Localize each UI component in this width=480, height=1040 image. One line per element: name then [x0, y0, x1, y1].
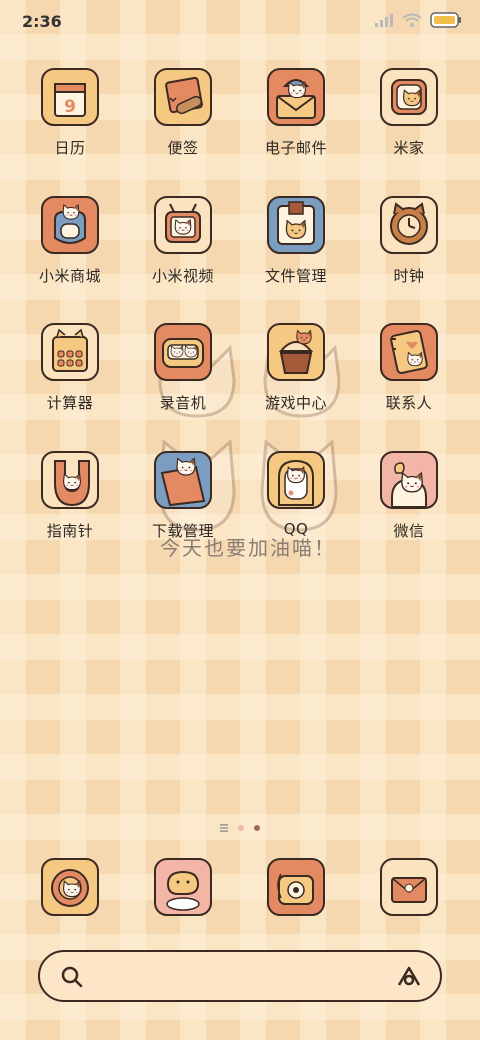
dock-browser[interactable]: [354, 858, 464, 916]
messages-icon[interactable]: [154, 858, 212, 916]
app-contacts[interactable]: 联系人: [354, 323, 464, 413]
download-manager-icon[interactable]: [154, 451, 212, 509]
dock-phone[interactable]: [15, 858, 125, 916]
app-mi-store[interactable]: 小米商城: [15, 196, 125, 286]
app-label: 电子邮件: [264, 139, 327, 157]
app-email[interactable]: 电子邮件: [241, 68, 351, 158]
app-label: 米家: [393, 139, 425, 157]
app-mi-video[interactable]: 小米视频: [128, 196, 238, 286]
search-icon[interactable]: [60, 965, 84, 989]
compass-icon[interactable]: [41, 451, 99, 509]
game-center-icon[interactable]: [267, 323, 325, 381]
app-game-center[interactable]: 游戏中心: [241, 323, 351, 413]
notes-icon[interactable]: [154, 68, 212, 126]
app-download-manager[interactable]: 下载管理: [128, 451, 238, 541]
assistant-icon[interactable]: [396, 965, 422, 989]
page-indicator[interactable]: [0, 824, 480, 832]
app-recorder[interactable]: 录音机: [128, 323, 238, 413]
camera-icon[interactable]: [267, 858, 325, 916]
app-label: 录音机: [159, 394, 207, 412]
app-label: 文件管理: [264, 267, 327, 285]
dock-camera[interactable]: [241, 858, 351, 916]
app-mijia[interactable]: 米家: [354, 68, 464, 158]
app-calendar[interactable]: 9 日历: [15, 68, 125, 158]
app-clock[interactable]: 时钟: [354, 196, 464, 286]
app-wechat[interactable]: 微信: [354, 451, 464, 541]
page-dot: [238, 825, 244, 831]
battery-icon: [430, 12, 461, 28]
recorder-icon[interactable]: [154, 323, 212, 381]
app-qq[interactable]: QQ: [241, 451, 351, 538]
app-label: 便签: [167, 139, 199, 157]
signal-icon: [375, 14, 393, 27]
mi-video-icon[interactable]: [154, 196, 212, 254]
app-label: 日历: [54, 139, 86, 157]
phone-icon[interactable]: [41, 858, 99, 916]
svg-text:9: 9: [64, 97, 76, 117]
app-label: 下载管理: [151, 522, 214, 540]
status-bar: 2:36: [0, 0, 480, 44]
calculator-icon[interactable]: [41, 323, 99, 381]
app-label: 计算器: [46, 394, 94, 412]
search-bar[interactable]: [38, 950, 442, 1002]
calendar-icon[interactable]: 9: [41, 68, 99, 126]
email-icon[interactable]: [267, 68, 325, 126]
app-label: 小米商城: [38, 267, 101, 285]
app-file-manager[interactable]: 文件管理: [241, 196, 351, 286]
mi-store-icon[interactable]: [41, 196, 99, 254]
clock-icon[interactable]: [380, 196, 438, 254]
dock-messages[interactable]: [128, 858, 238, 916]
file-manager-icon[interactable]: [267, 196, 325, 254]
app-label: 时钟: [393, 267, 425, 285]
status-icons: [374, 12, 462, 28]
mijia-icon[interactable]: [380, 68, 438, 126]
qq-icon[interactable]: [267, 451, 325, 509]
app-label: 游戏中心: [264, 394, 327, 412]
wechat-icon[interactable]: [380, 451, 438, 509]
app-label: 联系人: [385, 394, 433, 412]
app-label: 指南针: [46, 522, 94, 540]
browser-icon[interactable]: [380, 858, 438, 916]
menu-lines-icon: [220, 824, 228, 832]
app-label: 微信: [393, 522, 425, 540]
page-dot-active: [254, 825, 260, 831]
app-label: 小米视频: [151, 267, 214, 285]
app-notes[interactable]: 便签: [128, 68, 238, 158]
app-label: QQ: [283, 520, 309, 538]
app-compass[interactable]: 指南针: [15, 451, 125, 541]
wifi-icon: [402, 13, 422, 27]
contacts-icon[interactable]: [380, 323, 438, 381]
app-calculator[interactable]: 计算器: [15, 323, 125, 413]
status-time: 2:36: [22, 12, 62, 31]
